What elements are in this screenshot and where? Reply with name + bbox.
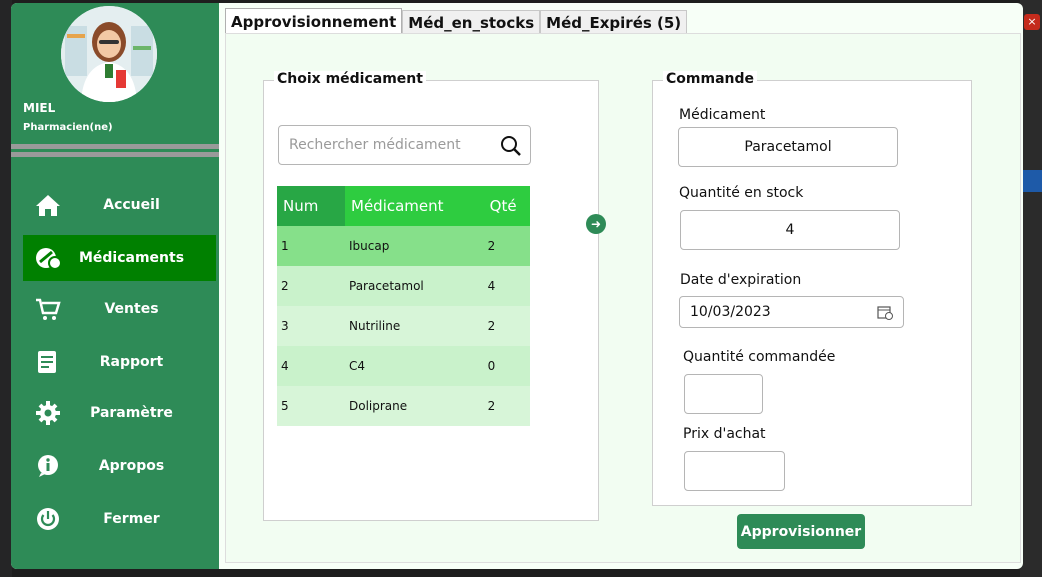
sidebar-item-ventes[interactable]: Ventes <box>23 286 216 332</box>
cell-num: 1 <box>277 226 345 266</box>
sidebar: MIEL Pharmacien(ne) Accueil Médicaments … <box>11 3 219 569</box>
tab-panel: Choix médicament Num Médicament Qté <box>225 33 1021 563</box>
price-label: Prix d'achat <box>683 426 766 442</box>
search-icon[interactable] <box>500 135 522 157</box>
cell-medicament: C4 <box>345 346 484 386</box>
tab-med-expires[interactable]: Méd_Expirés (5) <box>540 10 688 34</box>
user-name: MIEL <box>23 101 56 115</box>
table-row[interactable]: 4 C4 0 <box>277 346 530 386</box>
cell-qte: 4 <box>483 266 530 306</box>
sidebar-item-label: Rapport <box>99 354 164 370</box>
cell-qte: 2 <box>483 386 530 426</box>
column-header[interactable]: Num <box>277 186 345 226</box>
table-row[interactable]: 2 Paracetamol 4 <box>277 266 530 306</box>
sidebar-item-accueil[interactable]: Accueil <box>23 182 216 228</box>
app-window: MIEL Pharmacien(ne) Accueil Médicaments … <box>11 3 1023 569</box>
table-row[interactable]: 5 Doliprane 2 <box>277 386 530 426</box>
sidebar-item-apropos[interactable]: Apropos <box>23 443 216 489</box>
close-error-icon: × <box>1024 14 1040 30</box>
divider <box>11 144 219 149</box>
cell-num: 5 <box>277 386 345 426</box>
sidebar-item-medicaments[interactable]: Médicaments <box>23 235 216 281</box>
search-input[interactable] <box>289 134 489 156</box>
tab-approvisionnement[interactable]: Approvisionnement <box>225 8 403 34</box>
qty-field[interactable] <box>684 374 763 414</box>
cell-medicament: Nutriline <box>345 306 484 346</box>
search-box <box>278 125 531 165</box>
sidebar-item-label: Fermer <box>103 511 160 527</box>
column-header[interactable]: Qté <box>483 186 530 226</box>
sidebar-item-parametre[interactable]: Paramètre <box>23 390 216 436</box>
stock-label: Quantité en stock <box>679 185 804 201</box>
cell-num: 4 <box>277 346 345 386</box>
stock-field[interactable]: 4 <box>680 210 900 250</box>
calendar-icon[interactable] <box>877 304 893 320</box>
cell-qte: 2 <box>483 226 530 266</box>
cell-num: 3 <box>277 306 345 346</box>
cell-medicament: Paracetamol <box>345 266 484 306</box>
sidebar-item-label: Apropos <box>98 458 165 474</box>
approvisionner-button[interactable]: Approvisionner <box>737 514 865 549</box>
medicament-label: Médicament <box>679 107 766 123</box>
ide-background-right: × <box>1020 0 1042 577</box>
order-group: Commande Médicament Paracetamol Quantité… <box>652 71 972 506</box>
medicament-field[interactable]: Paracetamol <box>678 127 898 167</box>
cell-num: 2 <box>277 266 345 306</box>
choice-group: Choix médicament Num Médicament Qté <box>263 71 599 521</box>
choice-title: Choix médicament <box>274 71 426 87</box>
arrow-right-icon[interactable]: ➜ <box>586 214 606 234</box>
sidebar-item-label: Médicaments <box>78 250 185 266</box>
order-title: Commande <box>663 71 757 87</box>
avatar <box>61 6 157 102</box>
column-header[interactable]: Médicament <box>345 186 484 226</box>
sidebar-item-label: Paramètre <box>90 405 173 421</box>
price-field[interactable] <box>684 451 785 491</box>
expiry-date-value: 10/03/2023 <box>690 304 771 320</box>
sidebar-item-label: Accueil <box>103 197 160 213</box>
sidebar-item-label: Ventes <box>104 301 159 317</box>
user-role: Pharmacien(ne) <box>23 122 113 133</box>
sidebar-item-fermer[interactable]: Fermer <box>23 496 216 542</box>
qty-label: Quantité commandée <box>683 349 836 365</box>
medicament-table: Num Médicament Qté 1 Ibucap 2 2 Paraceta… <box>277 186 530 426</box>
divider <box>11 152 219 157</box>
tab-bar: Approvisionnement Méd_en_stocks Méd_Expi… <box>225 8 688 34</box>
ide-selection-strip <box>1020 170 1042 192</box>
cell-qte: 2 <box>483 306 530 346</box>
tab-med-en-stocks[interactable]: Méd_en_stocks <box>402 10 541 34</box>
cell-medicament: Ibucap <box>345 226 484 266</box>
table-row[interactable]: 1 Ibucap 2 <box>277 226 530 266</box>
expiry-date-picker[interactable]: 10/03/2023 <box>679 296 904 328</box>
expiry-label: Date d'expiration <box>680 272 802 288</box>
table-row[interactable]: 3 Nutriline 2 <box>277 306 530 346</box>
cell-medicament: Doliprane <box>345 386 484 426</box>
sidebar-item-rapport[interactable]: Rapport <box>23 339 216 385</box>
cell-qte: 0 <box>483 346 530 386</box>
